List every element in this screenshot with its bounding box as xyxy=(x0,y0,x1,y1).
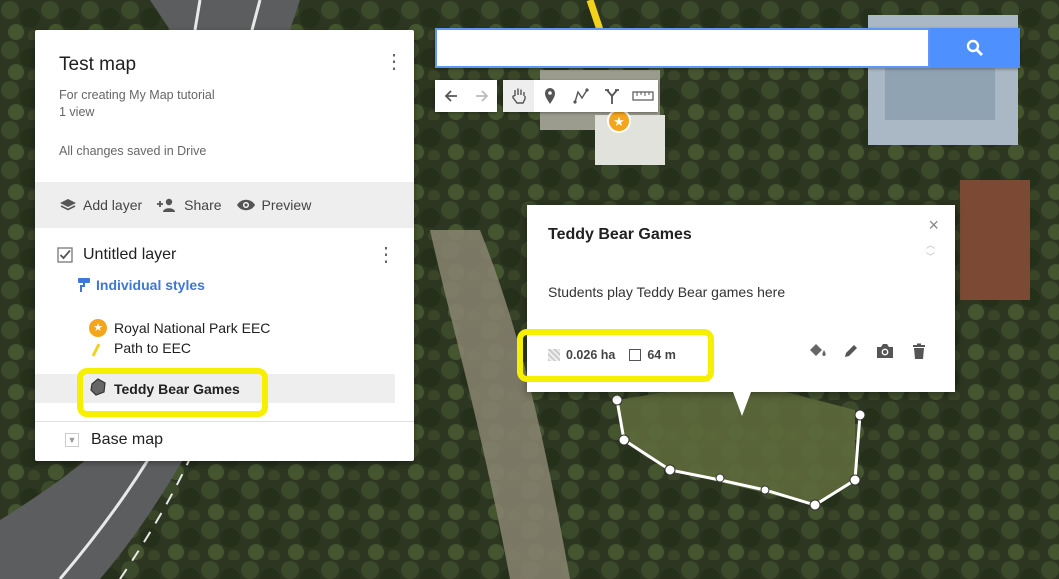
pencil-icon xyxy=(845,345,857,357)
individual-styles-label: Individual styles xyxy=(96,277,205,293)
search-input[interactable] xyxy=(435,28,930,68)
ruler-icon xyxy=(631,91,654,101)
save-status: All changes saved in Drive xyxy=(59,144,207,158)
feature-description[interactable]: Students play Teddy Bear games here xyxy=(548,284,785,300)
info-window-pointer xyxy=(733,392,751,416)
feature-item-royal-national-park[interactable]: ★ Royal National Park EEC xyxy=(35,313,395,342)
individual-styles-link[interactable]: Individual styles xyxy=(77,277,205,293)
measure-button[interactable] xyxy=(627,80,658,112)
directions-button[interactable] xyxy=(596,80,627,112)
eye-icon xyxy=(236,199,255,211)
chevron-down-icon[interactable]: ▼ xyxy=(65,433,79,447)
feature-measurements: 0.026 ha 64 m xyxy=(548,348,676,362)
feature-item-teddy-bear-games[interactable]: Teddy Bear Games xyxy=(35,374,395,403)
search-button[interactable] xyxy=(930,28,1020,68)
hand-icon xyxy=(511,88,526,104)
camera-icon xyxy=(877,344,893,358)
scroll-arrows-icon[interactable]: ︿ ﹀ xyxy=(926,239,935,263)
pan-tool-button[interactable] xyxy=(503,80,534,112)
share-button[interactable]: Share xyxy=(156,197,222,213)
add-marker-button[interactable] xyxy=(534,80,565,112)
style-button[interactable] xyxy=(807,341,827,361)
checkbox-checked-icon xyxy=(57,247,73,263)
feature-info-window: Teddy Bear Games × ︿ ﹀ Students play Tedd… xyxy=(527,205,955,392)
layer-header: Untitled layer xyxy=(57,246,176,264)
view-count: 1 view xyxy=(59,105,95,119)
undo-arrow-icon xyxy=(444,90,457,102)
redo-button[interactable] xyxy=(466,80,497,112)
history-tools xyxy=(435,80,497,112)
polygon-icon xyxy=(89,378,107,399)
line-icon xyxy=(89,340,107,358)
layer-visibility-checkbox[interactable] xyxy=(57,247,73,263)
paint-bucket-icon xyxy=(810,344,826,356)
add-image-button[interactable] xyxy=(875,341,895,361)
edit-tools xyxy=(503,80,658,112)
map-title[interactable]: Test map xyxy=(59,54,136,76)
add-layer-label: Add layer xyxy=(83,197,143,213)
layer-options-icon[interactable]: ⋮ xyxy=(376,242,396,267)
area-icon xyxy=(548,349,560,361)
search-bar xyxy=(435,28,1020,68)
close-icon[interactable]: × xyxy=(928,215,939,236)
feature-item-path-to-eec[interactable]: Path to EEC xyxy=(35,340,395,362)
layer-name[interactable]: Untitled layer xyxy=(83,246,176,264)
feature-label: Royal National Park EEC xyxy=(114,319,271,336)
delete-button[interactable] xyxy=(909,341,929,361)
polyline-icon xyxy=(572,88,589,104)
draw-line-button[interactable] xyxy=(565,80,596,112)
search-icon xyxy=(966,39,983,56)
feature-label: Teddy Bear Games xyxy=(114,380,240,397)
map-options-icon[interactable]: ⋮ xyxy=(384,50,404,74)
add-layer-button[interactable]: Add layer xyxy=(59,197,142,213)
feature-actions xyxy=(807,341,929,361)
feature-label: Path to EEC xyxy=(114,340,192,356)
base-map-label: Base map xyxy=(91,431,164,448)
preview-button[interactable]: Preview xyxy=(236,197,312,213)
perimeter-value: 64 m xyxy=(647,348,676,362)
base-map-section[interactable]: ▼ Base map xyxy=(65,431,163,449)
feature-title[interactable]: Teddy Bear Games xyxy=(548,226,692,244)
undo-button[interactable] xyxy=(435,80,466,112)
paint-roller-icon xyxy=(78,278,90,292)
map-legend-panel: Test map ⋮ For creating My Map tutorial … xyxy=(35,30,414,461)
map-toolbar xyxy=(435,80,658,112)
map-description[interactable]: For creating My Map tutorial xyxy=(59,88,215,103)
area-value: 0.026 ha xyxy=(566,348,616,362)
star-marker-icon: ★ xyxy=(89,318,107,337)
svg-text:★: ★ xyxy=(613,115,625,130)
fork-icon xyxy=(604,89,619,104)
add-person-icon xyxy=(157,198,176,212)
panel-actions: Add layer Share Preview xyxy=(35,182,414,228)
divider xyxy=(35,421,414,422)
perimeter-icon xyxy=(629,349,642,361)
redo-arrow-icon xyxy=(475,90,488,102)
layers-icon xyxy=(60,199,76,211)
share-label: Share xyxy=(184,197,222,213)
pin-icon xyxy=(544,88,555,104)
edit-button[interactable] xyxy=(841,341,861,361)
preview-label: Preview xyxy=(261,197,312,213)
trash-icon xyxy=(913,343,925,359)
